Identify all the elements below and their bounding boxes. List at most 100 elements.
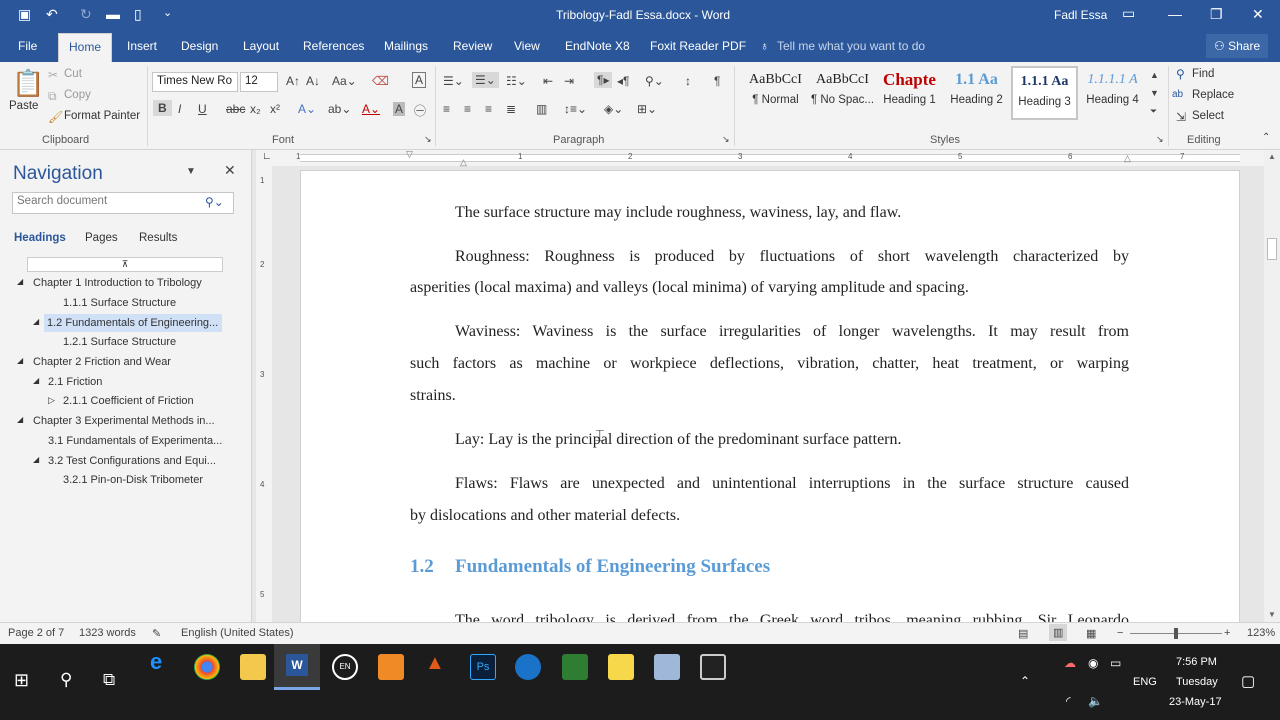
copy-icon[interactable]: ⧉ [48,89,57,104]
new-document-icon[interactable]: ▯ [134,6,142,23]
paste-icon[interactable]: 📋 [12,68,44,99]
search-icon[interactable]: ⚲ [60,670,72,690]
paragraph-lay[interactable]: Lay: Lay is the principal direction of t… [455,424,902,456]
shrink-font-icon[interactable]: A↓ [306,74,320,88]
right-indent-marker[interactable]: △ [1124,153,1131,164]
ribbon-display-icon[interactable]: ▭ [1122,5,1135,22]
matlab-icon[interactable]: ▲ [425,652,445,675]
open-icon[interactable]: ▬ [106,6,120,22]
minimize-icon[interactable]: — [1168,6,1182,22]
align-left-icon[interactable]: ≡ [443,102,450,116]
line-spacing-icon[interactable]: ↕≡⌄ [564,102,587,116]
tab-headings[interactable]: Headings [14,232,66,244]
paragraph-dialog-launcher-icon[interactable]: ↘ [722,134,730,145]
nav-heading-3-1[interactable]: 3.1 Fundamentals of Experimenta... [48,435,222,447]
paragraph-waviness-line-3[interactable]: strains. [410,380,456,412]
styles-scroll-up-icon[interactable]: ▲ [1150,70,1159,80]
zoom-in-icon[interactable]: + [1224,627,1230,639]
action-center-icon[interactable]: ▢ [1241,672,1255,690]
character-shading-icon[interactable]: A [393,102,406,116]
heading-fundamentals[interactable]: Fundamentals of Engineering Surfaces [455,556,770,578]
tray-app-icon[interactable]: ◉ [1088,656,1098,670]
user-name[interactable]: Fadl Essa [1054,8,1107,22]
show-hidden-icons-icon[interactable]: ⌃ [1020,674,1030,688]
paste-button[interactable]: Paste [9,100,38,112]
sticky-notes-icon[interactable] [608,654,634,680]
align-center-icon[interactable]: ≡ [464,102,471,116]
screen-recorder-icon[interactable] [700,654,726,680]
control-panel-icon[interactable] [654,654,680,680]
nav-heading-2-1[interactable]: 2.1 Friction [48,376,102,388]
nav-heading-3-2[interactable]: 3.2 Test Configurations and Equi... [48,455,216,467]
borders-icon[interactable]: ⊞⌄ [637,102,657,116]
font-size-select[interactable]: 12 [240,72,278,92]
web-layout-icon[interactable]: ▦ [1086,627,1096,640]
nav-heading-1-2-1[interactable]: 1.2.1 Surface Structure [63,336,176,348]
find-button[interactable]: Find [1192,68,1214,80]
network-alert-icon[interactable]: ☁ [1064,656,1076,670]
windows-start-icon[interactable]: ⊞ [14,670,29,691]
enclose-characters-icon[interactable]: ㊀ [414,102,426,119]
share-button[interactable]: ⚇ Share [1206,34,1269,58]
asian-layout-icon[interactable]: ⚲⌄ [645,74,664,88]
tab-references[interactable]: References [303,39,364,53]
expand-arrow-icon[interactable]: ◢ [33,455,39,464]
character-border-icon[interactable]: A [412,72,427,88]
nav-heading-chapter-1[interactable]: Chapter 1 Introduction to Tribology [33,277,202,289]
ltr-direction-icon[interactable]: ¶▸ [594,72,613,88]
grow-font-icon[interactable]: A↑ [286,74,300,88]
clock-day[interactable]: Tuesday [1176,676,1218,688]
text-effects-icon[interactable]: A⌄ [298,102,316,116]
style-heading-2[interactable]: 1.1 Aa Heading 2 [943,66,1010,120]
nav-heading-chapter-3[interactable]: Chapter 3 Experimental Methods in... [33,415,215,427]
format-painter-icon[interactable]: 🖌 [48,110,63,124]
collapsed-arrow-icon[interactable]: ▷ [48,395,55,406]
decrease-indent-icon[interactable]: ⇤ [543,74,553,88]
foxit-icon[interactable] [378,654,404,680]
input-language[interactable]: ENG [1133,676,1157,688]
paragraph-roughness-line-2[interactable]: asperities (local maxima) and valleys (l… [410,272,969,304]
scroll-up-icon[interactable]: ▲ [1268,152,1276,161]
save-icon[interactable]: ▣ [18,6,31,23]
format-painter-button[interactable]: Format Painter [64,110,140,122]
tab-foxit[interactable]: Foxit Reader PDF [650,39,746,53]
underline-icon[interactable]: U [198,102,207,116]
first-line-indent-marker[interactable]: ▽ [406,150,413,160]
customize-toolbar-icon[interactable]: ⌄ [163,6,172,19]
multilevel-list-icon[interactable]: ☷⌄ [506,74,527,88]
bullets-icon[interactable]: ☰⌄ [443,74,464,88]
language-indicator[interactable]: English (United States) [181,627,294,639]
styles-dialog-launcher-icon[interactable]: ↘ [1156,134,1164,145]
rtl-direction-icon[interactable]: ◂¶ [617,74,629,88]
pane-options-icon[interactable]: ▼ [186,166,196,177]
excel-like-icon[interactable] [562,654,588,680]
scroll-down-icon[interactable]: ▼ [1268,610,1276,619]
search-document-input[interactable]: Search document [12,192,234,214]
photoshop-icon[interactable]: Ps [470,654,496,680]
vertical-ruler[interactable]: 1 2 3 4 5 [256,166,272,622]
close-icon[interactable]: ✕ [1252,6,1264,23]
tab-mailings[interactable]: Mailings [384,39,428,53]
style-no-spacing[interactable]: AaBbCcI ¶ No Spac... [809,66,876,120]
tell-me-input[interactable]: Tell me what you want to do [777,39,925,53]
hanging-indent-marker[interactable]: △ [460,157,467,168]
redo-icon[interactable]: ↻ [80,6,92,23]
superscript-icon[interactable]: x² [270,102,280,116]
undo-icon[interactable]: ↶ [46,6,58,23]
file-explorer-icon[interactable] [240,654,266,680]
paragraph-waviness-line-1[interactable]: Waviness: Waviness is the surface irregu… [455,316,1129,348]
styles-scroll-down-icon[interactable]: ▼ [1150,88,1159,98]
numbering-icon[interactable]: ☰⌄ [472,72,499,88]
close-pane-icon[interactable]: ✕ [224,162,236,179]
paragraph-roughness-line-1[interactable]: Roughness: Roughness is produced by fluc… [455,241,1129,273]
battery-icon[interactable]: ▭ [1110,656,1121,670]
media-icon[interactable] [515,654,541,680]
subscript-icon[interactable]: x₂ [250,102,261,116]
tab-endnote[interactable]: EndNote X8 [565,39,630,53]
tab-pages[interactable]: Pages [85,232,118,244]
zoom-out-icon[interactable]: − [1117,627,1123,639]
copy-button[interactable]: Copy [64,89,91,101]
strikethrough-icon[interactable]: abc [226,102,245,116]
clock-date[interactable]: 23-May-17 [1169,696,1222,708]
horizontal-ruler[interactable]: ∟ 1 1 2 3 4 5 6 7 ▽ △ △ [256,150,1264,168]
